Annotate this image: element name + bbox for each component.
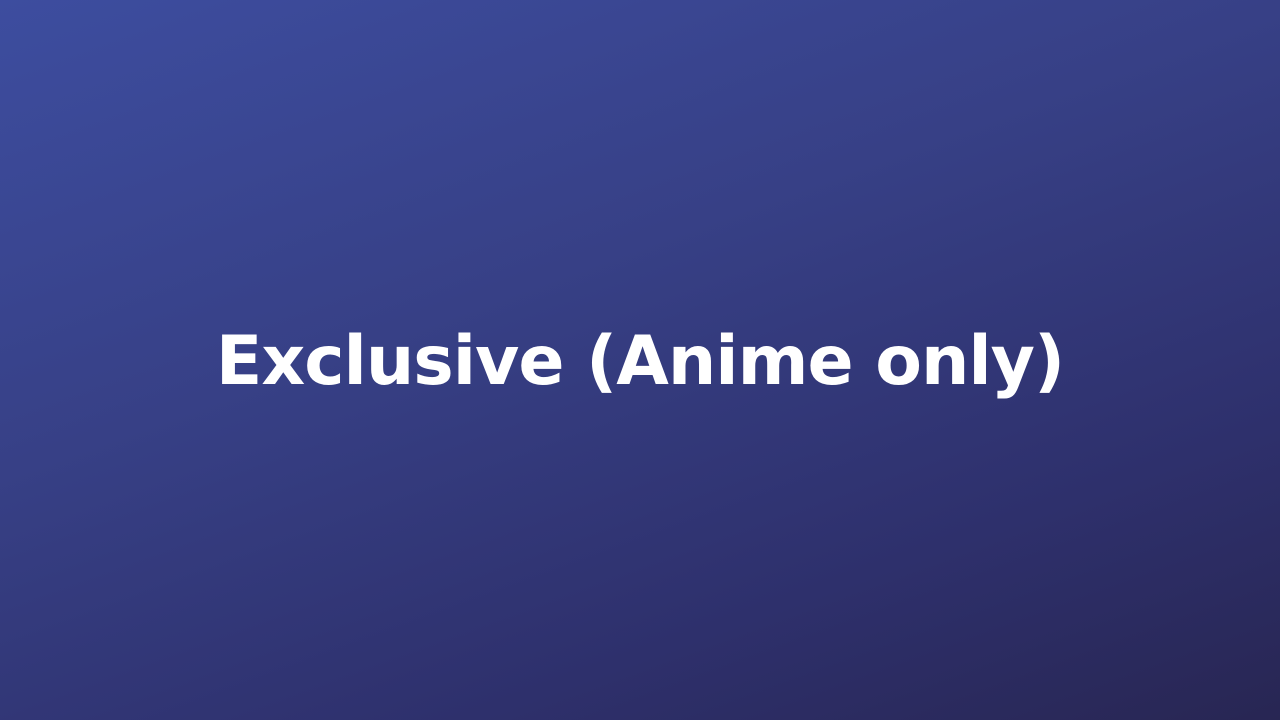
title-slide: Exclusive (Anime only) — [0, 0, 1280, 720]
slide-title: Exclusive (Anime only) — [215, 322, 1065, 401]
